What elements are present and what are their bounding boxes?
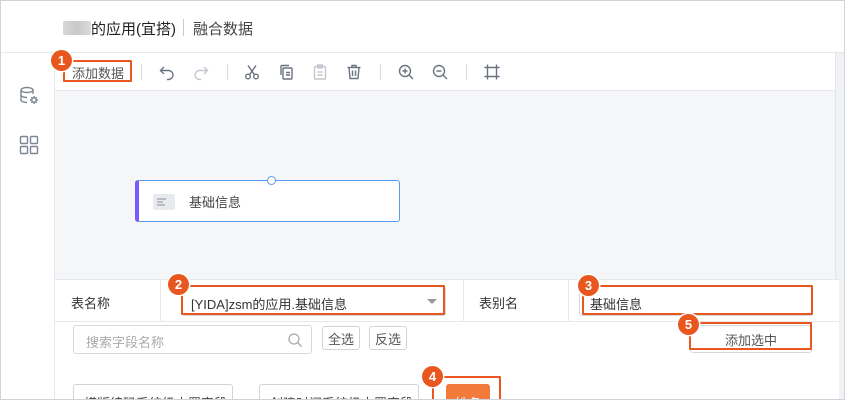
add-data-button[interactable]: 添加数据 — [63, 61, 133, 83]
table-name-label: 表名称 — [71, 296, 111, 311]
node-properties-panel: 表名称 [YIDA]zsm的应用.基础信息 表别名 基础信息 搜索字段名称 全选… — [55, 279, 839, 399]
fit-screen-icon[interactable] — [481, 61, 503, 83]
cell-divider — [568, 280, 569, 322]
toolbar-divider — [227, 64, 228, 80]
search-placeholder: 搜索字段名称 — [86, 335, 165, 350]
cell-divider — [160, 280, 161, 322]
toolbar-divider — [466, 64, 467, 80]
page-title: 融合数据 — [193, 21, 254, 38]
callout-badge-3: 3 — [578, 275, 599, 296]
table-name-value: [YIDA]zsm的应用.基础信息 — [191, 297, 348, 312]
callout-badge-4: 4 — [422, 366, 443, 387]
blurred-owner-name — [63, 21, 91, 35]
callout-badge-1: 1 — [51, 50, 72, 71]
data-source-node[interactable]: 基础信息 — [135, 176, 400, 222]
callout-badge-5: 5 — [678, 314, 699, 335]
node-label: 基础信息 — [189, 195, 242, 210]
flow-canvas[interactable]: 基础信息 — [55, 91, 839, 279]
table-name-select[interactable]: [YIDA]zsm的应用.基础信息 — [182, 286, 446, 316]
toolbar-divider — [380, 64, 381, 80]
zoom-out-icon[interactable] — [429, 61, 451, 83]
field-item[interactable]: 创建时间系统级内置字段 — [259, 384, 419, 399]
connection-handle[interactable] — [267, 176, 276, 185]
database-settings-icon[interactable] — [18, 85, 40, 107]
table-icon — [153, 194, 175, 210]
left-sidebar — [1, 53, 55, 399]
search-icon — [288, 333, 302, 347]
field-item[interactable]: 横版编码系统级内置字段 — [73, 384, 233, 399]
table-alias-input[interactable]: 基础信息 — [579, 286, 813, 316]
zoom-in-icon[interactable] — [395, 61, 417, 83]
select-all-button[interactable]: 全选 — [322, 326, 361, 350]
alias-label: 表别名 — [479, 296, 519, 311]
cell-divider — [463, 280, 464, 322]
field-item-selected[interactable]: 姓名 — [446, 384, 490, 399]
grid-apps-icon[interactable] — [18, 134, 40, 156]
invert-selection-button[interactable]: 反选 — [369, 326, 408, 350]
app-name[interactable]: 的应用(宜搭) — [91, 18, 176, 39]
cut-icon[interactable] — [241, 61, 263, 83]
field-search-input[interactable]: 搜索字段名称 — [73, 325, 312, 354]
app-window: 的应用(宜搭) 融合数据 添加数据 基础信息 表名称 [YIDA]zsm的应用.… — [0, 0, 845, 400]
undo-icon[interactable] — [156, 61, 178, 83]
paste-icon[interactable] — [309, 61, 331, 83]
table-alias-value: 基础信息 — [590, 297, 643, 312]
add-selected-button[interactable]: 添加选中 — [690, 325, 812, 353]
redo-icon[interactable] — [190, 61, 212, 83]
callout-badge-2: 2 — [168, 274, 189, 295]
page-header: 的应用(宜搭) 融合数据 — [1, 1, 844, 53]
title-divider — [183, 19, 184, 36]
canvas-toolbar: 添加数据 — [55, 53, 839, 91]
toolbar-divider — [141, 64, 142, 80]
delete-icon[interactable] — [343, 61, 365, 83]
copy-icon[interactable] — [275, 61, 297, 83]
chevron-down-icon — [427, 299, 437, 304]
